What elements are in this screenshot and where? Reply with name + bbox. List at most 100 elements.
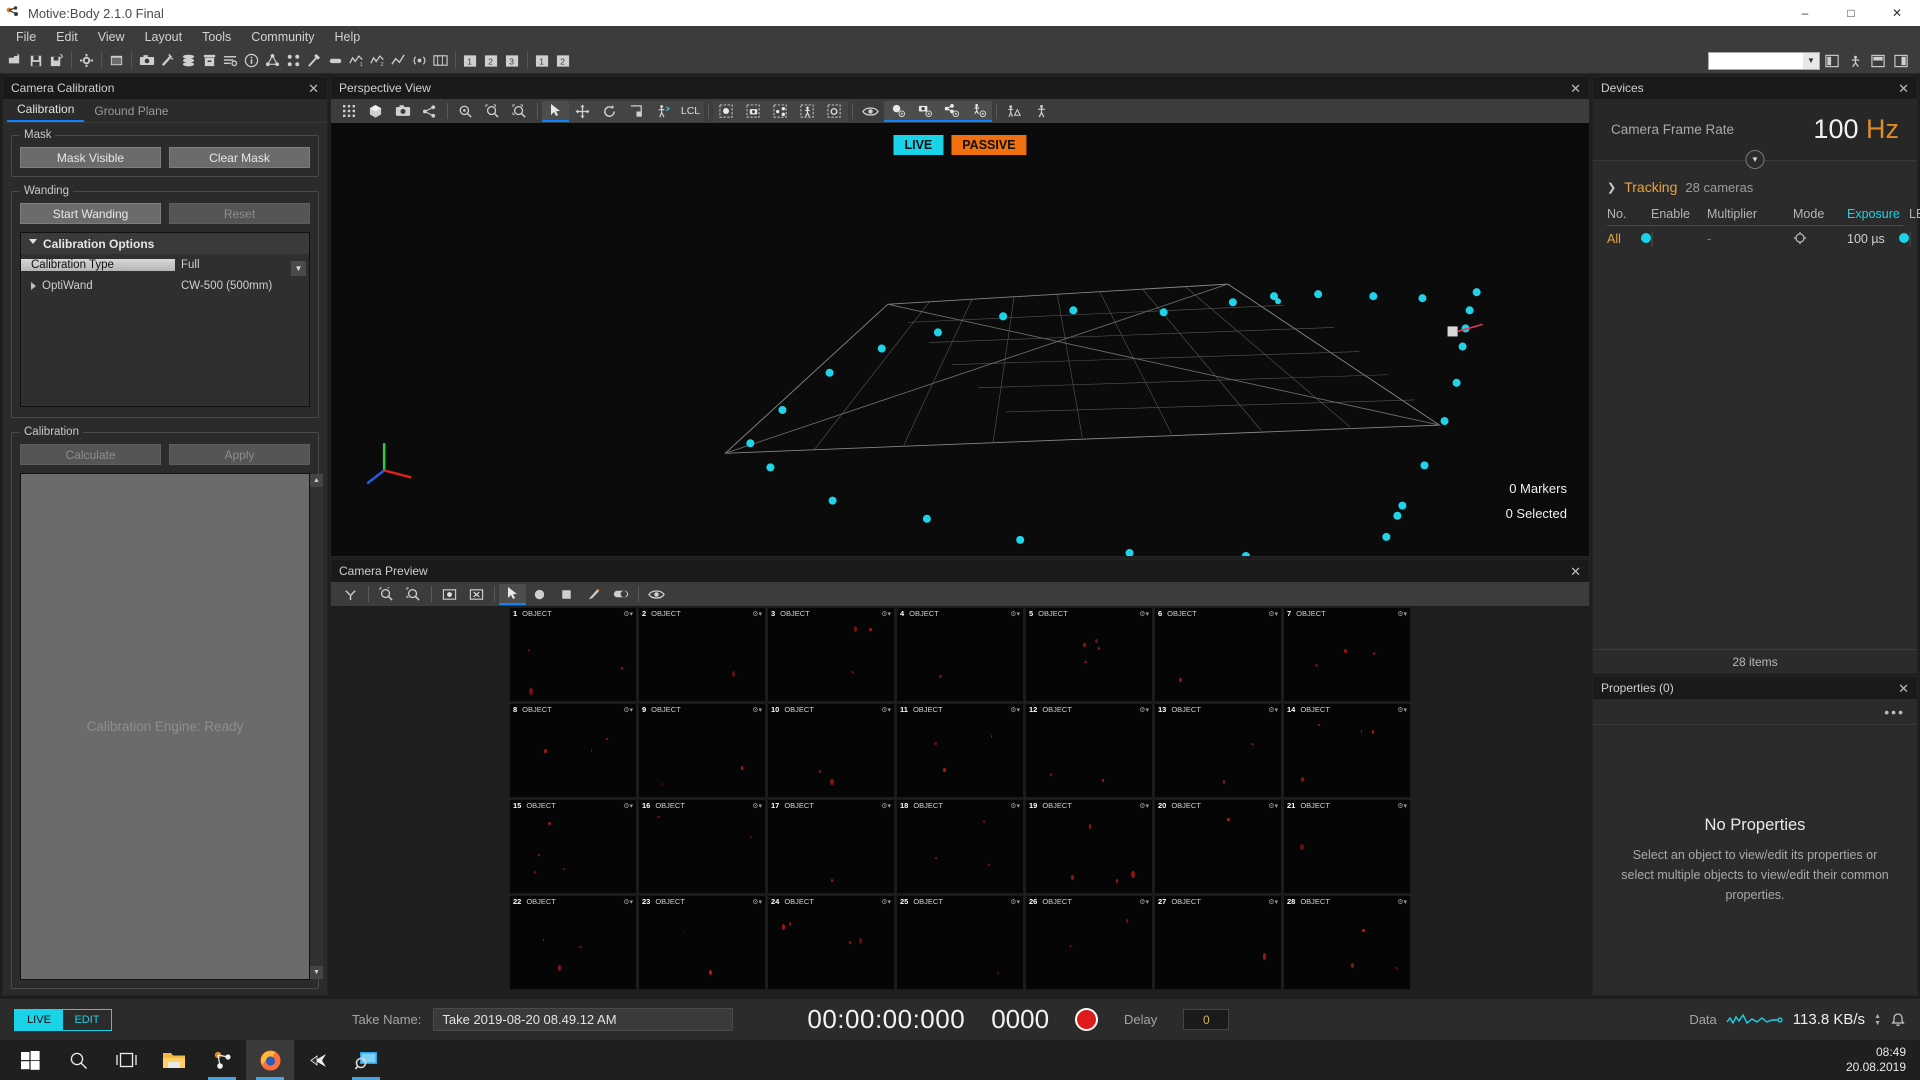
live-edit-toggle[interactable]: LIVE EDIT <box>14 1009 112 1031</box>
view-preset-2-icon[interactable]: 2 <box>553 50 574 72</box>
apply-button[interactable]: Apply <box>169 444 310 465</box>
gear-icon[interactable]: ⚙▾ <box>881 898 891 906</box>
camera-tile[interactable]: 21OBJECT⚙▾ <box>1283 799 1411 894</box>
skeleton-pane-icon[interactable] <box>1845 50 1866 72</box>
gear-icon[interactable]: ⚙▾ <box>1397 898 1407 906</box>
camera-tile[interactable]: 2OBJECT⚙▾ <box>638 607 766 702</box>
camera-tile[interactable]: 3OBJECT⚙▾ <box>767 607 895 702</box>
camera-tile[interactable]: 9OBJECT⚙▾ <box>638 703 766 798</box>
gear-icon[interactable]: ⚙▾ <box>623 706 633 714</box>
camera-tile[interactable]: 18OBJECT⚙▾ <box>896 799 1024 894</box>
camera-tile[interactable]: 22OBJECT⚙▾ <box>509 895 637 990</box>
gear-icon[interactable]: ⚙▾ <box>1268 898 1278 906</box>
tab-calibration[interactable]: Calibration <box>7 99 84 122</box>
auto-calibrate-wand-icon[interactable] <box>157 50 178 72</box>
start-wanding-button[interactable]: Start Wanding <box>20 203 161 224</box>
gear-icon[interactable]: ⚙▾ <box>1397 706 1407 714</box>
motive-icon[interactable] <box>198 1040 246 1080</box>
show-rigid-bodies-icon[interactable] <box>938 101 965 122</box>
close-icon[interactable]: ✕ <box>308 82 319 95</box>
visibility-eye-icon[interactable] <box>857 101 884 122</box>
select-rigid-bodies-icon[interactable] <box>767 101 794 122</box>
scroll-up-icon[interactable]: ▲ <box>310 474 323 487</box>
grid-view-icon[interactable] <box>335 101 362 122</box>
layout-preset-3-icon[interactable]: 3 <box>502 50 523 72</box>
menu-file[interactable]: File <box>6 28 46 46</box>
archive-icon[interactable] <box>199 50 220 72</box>
gear-icon[interactable]: ⚙▾ <box>752 898 762 906</box>
gear-icon[interactable]: ⚙▾ <box>752 610 762 618</box>
local-coordinate-toggle[interactable]: LCL <box>677 101 704 122</box>
settings-gear-icon[interactable] <box>76 50 97 72</box>
raw-mode-icon[interactable] <box>463 584 490 605</box>
tab-ground-plane[interactable]: Ground Plane <box>84 101 178 122</box>
show-markers-icon[interactable] <box>884 101 911 122</box>
skeleton-labels-icon[interactable] <box>1001 101 1028 122</box>
scale-tool-icon[interactable] <box>623 101 650 122</box>
devices-row-all[interactable]: All - 100 µs <box>1593 226 1917 252</box>
camera-tile[interactable]: 4OBJECT⚙▾ <box>896 607 1024 702</box>
menu-layout[interactable]: Layout <box>135 28 193 46</box>
gear-icon[interactable]: ⚙▾ <box>881 610 891 618</box>
skeleton-tool-icon[interactable] <box>650 101 677 122</box>
gear-icon[interactable]: ⚙▾ <box>623 898 633 906</box>
save-icon[interactable] <box>25 50 46 72</box>
data-rate-stepper[interactable]: ▲▼ <box>1874 1013 1881 1027</box>
scrollbar-track[interactable] <box>310 487 323 966</box>
gear-icon[interactable]: ⚙▾ <box>1268 802 1278 810</box>
gear-icon[interactable]: ⚙▾ <box>1139 802 1149 810</box>
camera-tile[interactable]: 25OBJECT⚙▾ <box>896 895 1024 990</box>
camera-icon[interactable] <box>136 50 157 72</box>
capture-volume-icon[interactable] <box>325 50 346 72</box>
menu-community[interactable]: Community <box>241 28 324 46</box>
tracking-group-row[interactable]: ❯ Tracking 28 cameras <box>1593 171 1917 203</box>
info-icon[interactable] <box>241 50 262 72</box>
file-explorer-icon[interactable] <box>150 1040 198 1080</box>
expand-chevron-icon[interactable]: ▼ <box>1746 150 1765 169</box>
row-led-toggle[interactable] <box>1909 232 1920 246</box>
chevron-right-icon[interactable]: ❯ <box>1607 181 1616 194</box>
menu-help[interactable]: Help <box>325 28 371 46</box>
properties-pane-icon[interactable] <box>1891 50 1912 72</box>
timeline-icon[interactable] <box>430 50 451 72</box>
zoom-region-icon[interactable] <box>506 101 533 122</box>
calibration-type-value-cell[interactable]: Full ▼ <box>175 259 309 271</box>
camera-frame-rate-row[interactable]: Camera Frame Rate 100 Hz ▼ <box>1593 99 1917 161</box>
calibration-pane-icon[interactable] <box>1822 50 1843 72</box>
row-mode-icon-cell[interactable] <box>1793 231 1847 248</box>
camera-tile[interactable]: 17OBJECT⚙▾ <box>767 799 895 894</box>
perspective-viewport[interactable]: LIVE PASSIVE <box>331 123 1589 556</box>
edit-mode-button[interactable]: EDIT <box>63 1010 111 1030</box>
unity-icon[interactable] <box>294 1040 342 1080</box>
notification-bell-icon[interactable] <box>1890 1012 1906 1028</box>
measurement-icon[interactable] <box>388 50 409 72</box>
menu-view[interactable]: View <box>88 28 135 46</box>
camera-tile[interactable]: 16OBJECT⚙▾ <box>638 799 766 894</box>
calculate-button[interactable]: Calculate <box>20 444 161 465</box>
close-icon[interactable]: ✕ <box>1898 682 1909 695</box>
camera-tile[interactable]: 10OBJECT⚙▾ <box>767 703 895 798</box>
camera-tile[interactable]: 11OBJECT⚙▾ <box>896 703 1024 798</box>
select-markers-icon[interactable] <box>713 101 740 122</box>
circle-mask-tool-icon[interactable] <box>526 584 553 605</box>
gear-icon[interactable]: ⚙▾ <box>1010 802 1020 810</box>
scroll-down-icon[interactable]: ▼ <box>310 966 323 979</box>
camera-tile[interactable]: 5OBJECT⚙▾ <box>1025 607 1153 702</box>
gear-icon[interactable]: ⚙▾ <box>1268 706 1278 714</box>
select-other-icon[interactable] <box>821 101 848 122</box>
calibration-scrollbar[interactable]: ▲ ▼ <box>310 474 323 979</box>
zoom-fit-icon[interactable] <box>452 101 479 122</box>
markerset-icon[interactable] <box>283 50 304 72</box>
view-panel-icon[interactable] <box>106 50 127 72</box>
gear-icon[interactable]: ⚙▾ <box>623 802 633 810</box>
zoom-out-preview-icon[interactable] <box>373 584 400 605</box>
move-tool-icon[interactable] <box>569 101 596 122</box>
layout-preset-1-icon[interactable]: 1 <box>460 50 481 72</box>
gear-icon[interactable]: ⚙▾ <box>1139 610 1149 618</box>
list-settings-icon[interactable] <box>220 50 241 72</box>
chevron-down-icon[interactable]: ▼ <box>291 261 306 276</box>
record-button[interactable] <box>1075 1008 1098 1031</box>
rigid-body-icon[interactable] <box>262 50 283 72</box>
camera-tile[interactable]: 23OBJECT⚙▾ <box>638 895 766 990</box>
start-icon[interactable] <box>6 1040 54 1080</box>
